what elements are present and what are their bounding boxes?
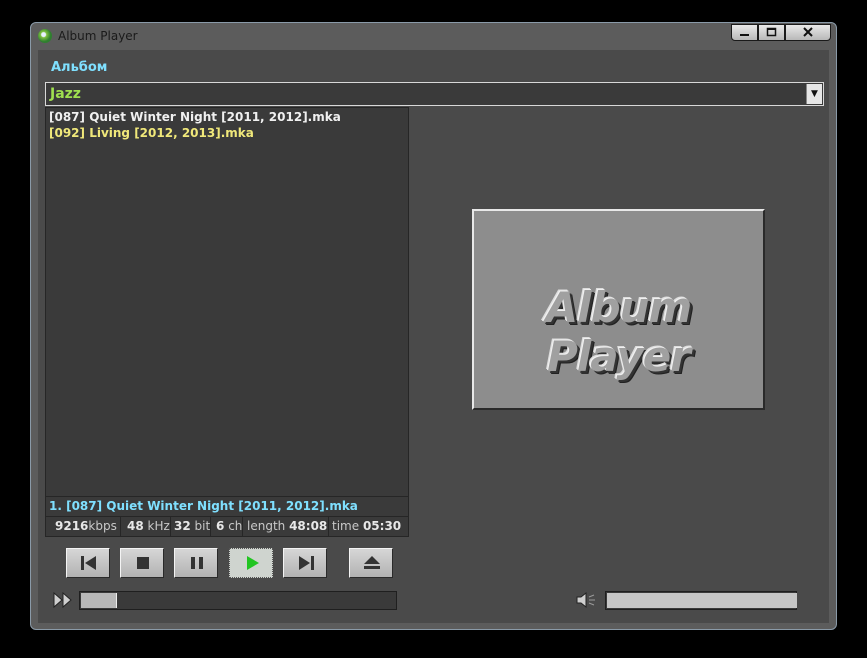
app-window: Album Player Альбом Jazz ▼ [087] Quiet W… — [30, 22, 837, 630]
window-title: Album Player — [58, 29, 138, 43]
previous-button[interactable] — [66, 548, 110, 578]
close-icon — [803, 27, 813, 37]
samplerate-info: 48 kHz — [127, 519, 170, 533]
volume-bar-level[interactable] — [607, 593, 797, 608]
skip-back-icon — [81, 556, 96, 570]
cover-title: Album Player — [545, 283, 693, 381]
bitrate-info: 9216kbps — [55, 519, 117, 533]
play-icon — [247, 556, 259, 570]
eject-icon — [364, 556, 380, 569]
play-button[interactable] — [229, 548, 273, 578]
album-label: Альбом — [51, 60, 108, 75]
pause-button[interactable] — [174, 548, 218, 578]
minimize-button[interactable] — [731, 24, 758, 41]
client-area: Альбом Jazz ▼ [087] Quiet Winter Night [… — [38, 50, 829, 623]
stop-icon — [137, 557, 149, 569]
seek-bar[interactable] — [79, 591, 397, 610]
album-select[interactable]: Jazz ▼ — [45, 82, 824, 106]
length-info: length 48:08 — [247, 519, 328, 533]
album-cover: Album Player — [472, 209, 765, 410]
playlist-item[interactable]: [092] Living [2012, 2013].mka — [49, 126, 254, 140]
album-select-value: Jazz — [50, 86, 81, 102]
next-button[interactable] — [283, 548, 327, 578]
maximize-icon — [766, 27, 777, 37]
time-info: time 05:30 — [332, 519, 402, 533]
speaker-icon[interactable] — [574, 590, 600, 610]
skip-forward-icon — [299, 556, 314, 570]
eject-button[interactable] — [349, 548, 393, 578]
close-button[interactable] — [785, 24, 831, 41]
volume-bar[interactable] — [605, 591, 797, 610]
playlist[interactable]: [087] Quiet Winter Night [2011, 2012].mk… — [45, 107, 409, 497]
fast-forward-icon — [53, 591, 72, 609]
app-disc-icon — [38, 29, 52, 43]
seek-bar-progress[interactable] — [81, 593, 117, 608]
now-playing-track: 1. [087] Quiet Winter Night [2011, 2012]… — [45, 496, 409, 517]
maximize-button[interactable] — [758, 24, 785, 41]
track-info-bar: 9216kbps 48 kHz 32 bit 6 ch length 48:08… — [45, 516, 409, 537]
channels-info: 6 ch — [216, 519, 243, 533]
window-buttons — [731, 24, 831, 41]
minimize-icon — [740, 34, 749, 36]
pause-icon — [191, 557, 203, 569]
bitdepth-info: 32 bit — [174, 519, 211, 533]
stop-button[interactable] — [120, 548, 164, 578]
dropdown-arrow-icon[interactable]: ▼ — [806, 84, 822, 104]
playlist-item[interactable]: [087] Quiet Winter Night [2011, 2012].mk… — [49, 110, 341, 124]
title-bar[interactable]: Album Player — [31, 23, 836, 49]
